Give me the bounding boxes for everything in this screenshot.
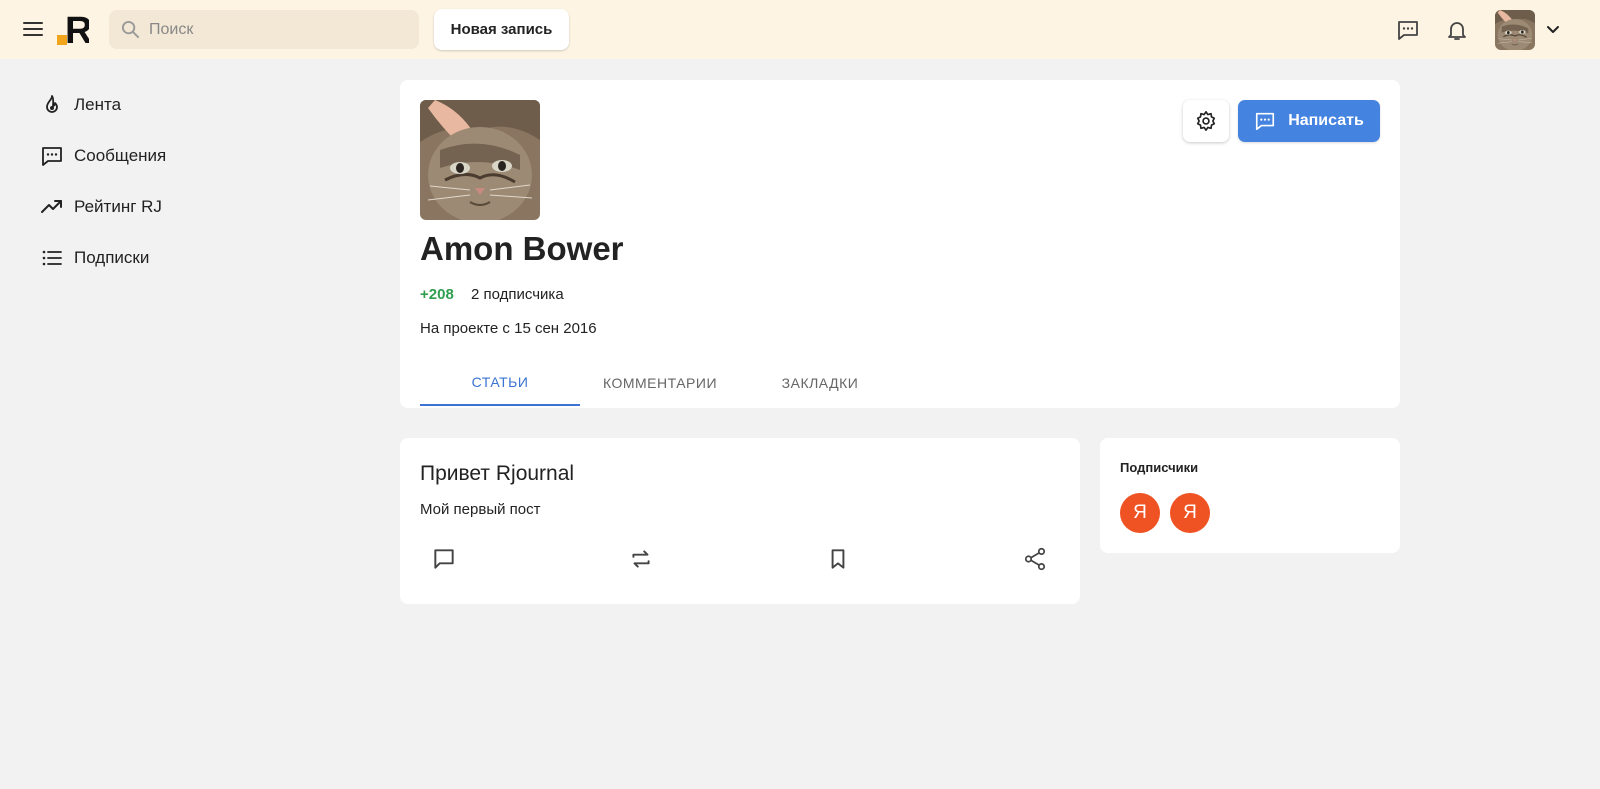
settings-button[interactable] bbox=[1183, 100, 1229, 142]
top-header: R Новая запись bbox=[0, 0, 1600, 59]
profile-avatar bbox=[420, 100, 540, 220]
message-icon[interactable] bbox=[1396, 18, 1420, 42]
sidebar-item-subscriptions[interactable]: Подписки bbox=[40, 241, 280, 275]
repost-icon[interactable] bbox=[628, 546, 654, 572]
share-icon[interactable] bbox=[1022, 546, 1048, 572]
list-icon bbox=[42, 250, 62, 266]
subscriber-avatar[interactable]: Я bbox=[1120, 493, 1160, 533]
bookmark-icon[interactable] bbox=[825, 546, 851, 572]
sidebar-item-label: Подписки bbox=[74, 248, 150, 267]
profile-name: Amon Bower bbox=[420, 230, 624, 267]
write-button-label: Написать bbox=[1288, 112, 1364, 129]
trending-up-icon bbox=[41, 200, 62, 213]
sidebar-item-label: Рейтинг RJ bbox=[74, 197, 162, 216]
post-text: Мой первый пост bbox=[420, 501, 541, 518]
subscribers-title: Подписчики bbox=[1120, 460, 1199, 475]
subscribers-card: Подписчики Я Я bbox=[1100, 438, 1400, 553]
post-title[interactable]: Привет Rjournal bbox=[420, 462, 574, 486]
profile-card: Написать Amon Bower +208 2 подписчика На… bbox=[400, 80, 1400, 408]
message-icon bbox=[1256, 112, 1275, 131]
sidebar-item-messages[interactable]: Сообщения bbox=[40, 139, 280, 173]
subscriber-avatar[interactable]: Я bbox=[1170, 493, 1210, 533]
sidebar-item-label: Лента bbox=[74, 95, 122, 114]
sidebar-item-rating[interactable]: Рейтинг RJ bbox=[40, 190, 280, 224]
message-icon bbox=[42, 147, 62, 166]
bell-icon[interactable] bbox=[1445, 18, 1469, 42]
sidebar-item-label: Сообщения bbox=[74, 146, 167, 165]
search-icon bbox=[121, 20, 140, 39]
new-post-button[interactable]: Новая запись bbox=[434, 9, 569, 50]
tab-articles[interactable]: СТАТЬИ bbox=[420, 360, 580, 406]
menu-icon[interactable] bbox=[22, 18, 44, 40]
fire-icon bbox=[46, 95, 58, 113]
gear-icon bbox=[1196, 111, 1216, 131]
rating-value: +208 bbox=[420, 286, 454, 303]
tab-comments[interactable]: КОММЕНТАРИИ bbox=[580, 360, 740, 406]
post-card: Привет Rjournal Мой первый пост bbox=[400, 438, 1080, 604]
write-message-button[interactable]: Написать bbox=[1238, 100, 1380, 142]
comment-icon[interactable] bbox=[431, 546, 457, 572]
logo[interactable]: R bbox=[57, 9, 89, 45]
subscribers-count[interactable]: 2 подписчика bbox=[471, 286, 564, 303]
search-input[interactable] bbox=[149, 10, 411, 49]
chevron-down-icon[interactable] bbox=[1543, 20, 1563, 40]
sidebar-item-feed[interactable]: Лента bbox=[40, 88, 280, 122]
tab-bookmarks[interactable]: ЗАКЛАДКИ bbox=[740, 360, 900, 406]
search-box[interactable] bbox=[109, 10, 419, 49]
member-since: На проекте с 15 сен 2016 bbox=[420, 320, 597, 337]
logo-letter: R bbox=[65, 10, 89, 45]
user-avatar[interactable] bbox=[1495, 10, 1535, 50]
